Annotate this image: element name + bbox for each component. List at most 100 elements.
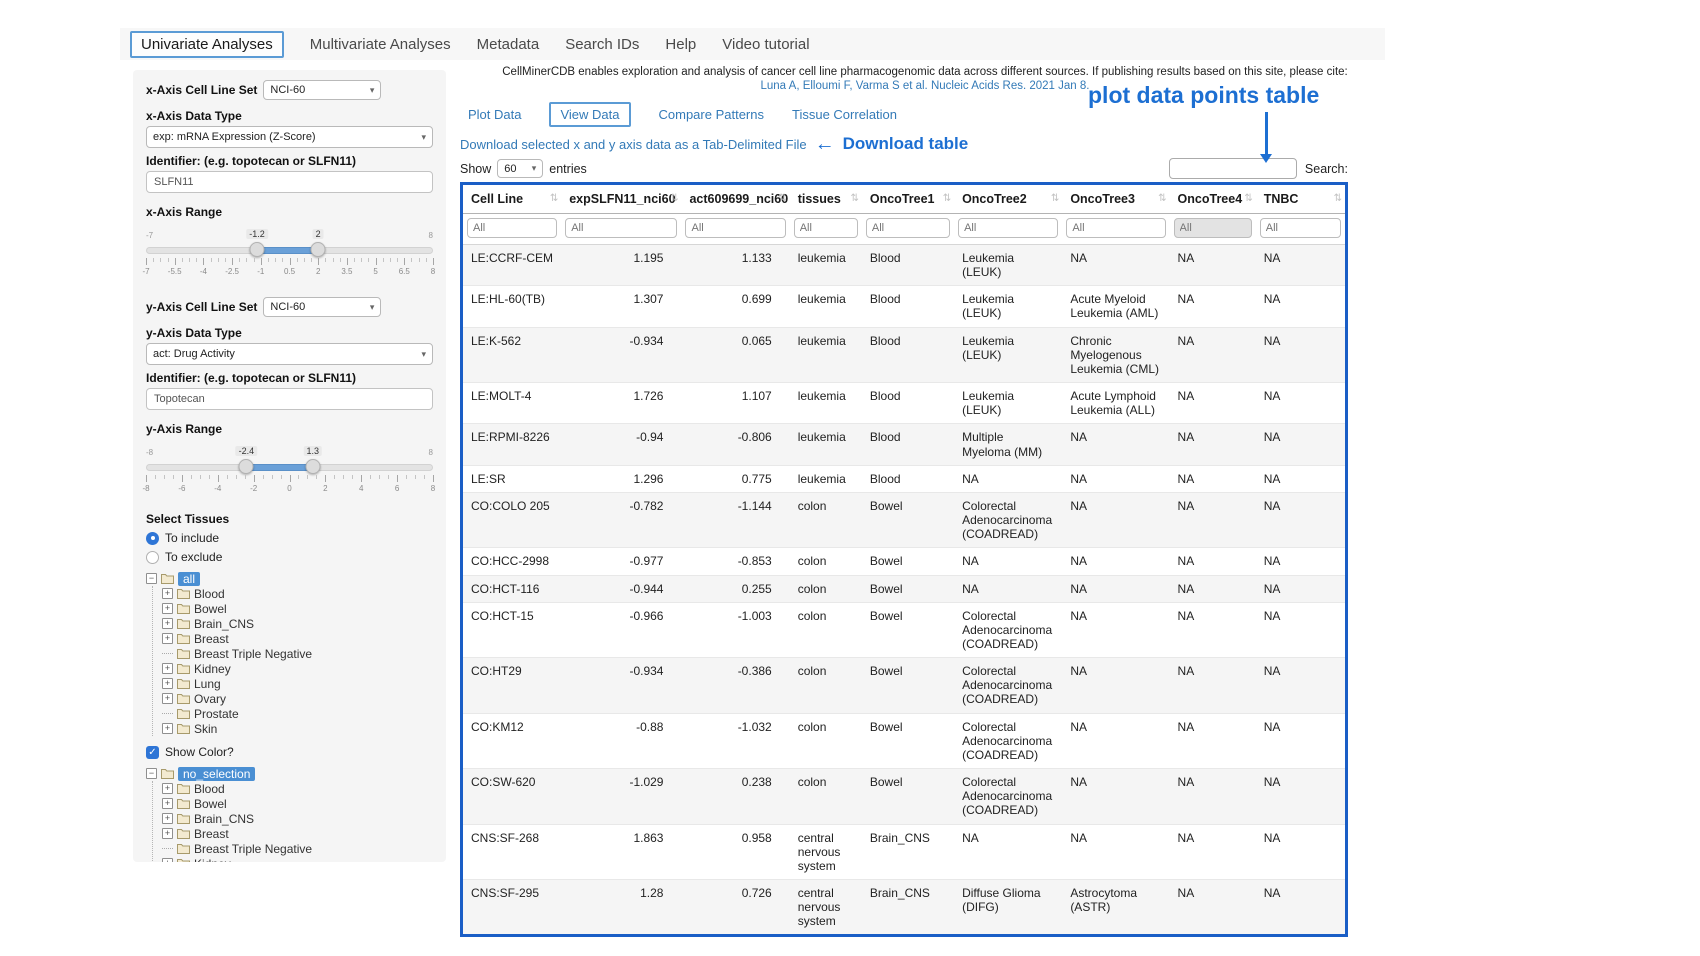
tab-tissue-correlation[interactable]: Tissue Correlation [792, 104, 897, 125]
filter-oncotree1[interactable] [866, 218, 950, 238]
filter-oncotree2[interactable] [958, 218, 1058, 238]
tab-plot-data[interactable]: Plot Data [468, 104, 521, 125]
filter-act609699-nci60[interactable] [685, 218, 785, 238]
y-identifier-input[interactable] [146, 388, 433, 410]
checkbox-checked-icon[interactable]: ✓ [146, 746, 159, 759]
filter-cell-line[interactable] [467, 218, 557, 238]
column-header-act609699-nci60[interactable]: act609699_nci60⇅ [681, 185, 789, 214]
tree-item-brain-cns[interactable]: +Brain_CNS [162, 616, 433, 631]
sort-icon[interactable]: ⇅ [1244, 193, 1252, 204]
column-header-expslfn11-nci60[interactable]: expSLFN11_nci60⇅ [561, 185, 681, 214]
tree-item-brain-cns[interactable]: +Brain_CNS [162, 811, 433, 826]
x-range-slider[interactable]: -78-1.22-7-5.5-4-2.5-10.523.556.58 [146, 231, 433, 281]
expand-icon[interactable]: + [162, 678, 173, 689]
tab-compare-patterns[interactable]: Compare Patterns [659, 104, 765, 125]
tree-item-breast[interactable]: +Breast [162, 631, 433, 646]
column-header-oncotree4[interactable]: OncoTree4⇅ [1170, 185, 1256, 214]
tree-item-prostate[interactable]: Prostate [162, 706, 433, 721]
tree-item-breast-triple-negative[interactable]: Breast Triple Negative [162, 841, 433, 856]
tree-item-bowel[interactable]: +Bowel [162, 601, 433, 616]
entries-select[interactable]: 60 ▾ [497, 159, 543, 178]
x-cell-line-set-select[interactable]: NCI-60 ▾ [263, 80, 381, 100]
tree-item-skin[interactable]: +Skin [162, 721, 433, 736]
sort-icon[interactable]: ⇅ [943, 193, 951, 204]
filter-oncotree3[interactable] [1066, 218, 1165, 238]
nav-tab-search-ids[interactable]: Search IDs [565, 36, 639, 53]
slider-handle-from[interactable] [239, 459, 254, 474]
tree-item-kidney[interactable]: +Kidney [162, 856, 433, 862]
x-data-type-select[interactable]: exp: mRNA Expression (Z-Score) ▾ [146, 126, 433, 148]
column-header-tissues[interactable]: tissues⇅ [790, 185, 862, 214]
expand-icon[interactable]: + [162, 603, 173, 614]
radio-checked-icon[interactable] [146, 532, 159, 545]
x-identifier-input[interactable] [146, 171, 433, 193]
radio-unchecked-icon[interactable] [146, 551, 159, 564]
column-header-oncotree2[interactable]: OncoTree2⇅ [954, 185, 1062, 214]
radio-to-include[interactable]: To include [146, 531, 433, 545]
y-cell-line-set-select[interactable]: NCI-60 ▾ [263, 297, 381, 317]
nav-tab-video-tutorial[interactable]: Video tutorial [722, 36, 809, 53]
sort-icon[interactable]: ⇅ [1334, 193, 1342, 204]
tree-item-breast[interactable]: +Breast [162, 826, 433, 841]
slider-selected-range[interactable] [246, 464, 312, 471]
nav-tab-multivariate-analyses[interactable]: Multivariate Analyses [310, 36, 451, 53]
download-link[interactable]: Download selected x and y axis data as a… [460, 137, 807, 152]
filter-tissues[interactable] [794, 218, 858, 238]
expand-icon[interactable]: + [162, 693, 173, 704]
tree-item-blood[interactable]: +Blood [162, 781, 433, 796]
slider-handle-to[interactable] [305, 459, 320, 474]
expand-icon[interactable]: + [162, 633, 173, 644]
tree-item-label: Kidney [194, 662, 231, 676]
column-header-oncotree1[interactable]: OncoTree1⇅ [862, 185, 954, 214]
sort-icon[interactable]: ⇅ [778, 193, 786, 204]
cell-oncotree4: NA [1170, 602, 1256, 657]
y-range-slider[interactable]: -88-2.41.3-8-6-4-202468 [146, 448, 433, 498]
expand-icon[interactable]: + [162, 828, 173, 839]
slider-handle-from[interactable] [250, 242, 265, 257]
nav-tab-help[interactable]: Help [665, 36, 696, 53]
expand-icon[interactable]: + [162, 588, 173, 599]
column-header-tnbc[interactable]: TNBC⇅ [1256, 185, 1345, 214]
column-header-cell-line[interactable]: Cell Line⇅ [463, 185, 561, 214]
search-input[interactable] [1169, 158, 1297, 179]
tree-root-all[interactable]: −all [146, 571, 433, 586]
expand-icon[interactable]: + [162, 783, 173, 794]
table-row: LE:K-562-0.9340.065leukemiaBloodLeukemia… [463, 327, 1345, 382]
collapse-icon[interactable]: − [146, 573, 157, 584]
filter-cell [954, 214, 1062, 245]
tree-root-no-selection[interactable]: −no_selection [146, 766, 433, 781]
y-data-type-select[interactable]: act: Drug Activity ▾ [146, 343, 433, 365]
sort-icon[interactable]: ⇅ [850, 193, 858, 204]
expand-icon[interactable]: + [162, 663, 173, 674]
cell-expslfn11-nci60: -1.029 [561, 769, 681, 824]
tab-view-data[interactable]: View Data [549, 102, 630, 127]
sort-icon[interactable]: ⇅ [1051, 193, 1059, 204]
column-header-oncotree3[interactable]: OncoTree3⇅ [1062, 185, 1169, 214]
tree-item-breast-triple-negative[interactable]: Breast Triple Negative [162, 646, 433, 661]
filter-oncotree4[interactable] [1174, 218, 1252, 238]
tree-item-bowel[interactable]: +Bowel [162, 796, 433, 811]
expand-icon[interactable]: + [162, 813, 173, 824]
tree-item-blood[interactable]: +Blood [162, 586, 433, 601]
show-color-row[interactable]: ✓ Show Color? [146, 745, 433, 759]
expand-icon[interactable]: + [162, 723, 173, 734]
cell-cell-line: CO:KM12 [463, 713, 561, 768]
filter-tnbc[interactable] [1260, 218, 1341, 238]
expand-icon[interactable]: + [162, 798, 173, 809]
expand-icon[interactable]: + [162, 858, 173, 862]
nav-tab-metadata[interactable]: Metadata [477, 36, 540, 53]
filter-expslfn11-nci60[interactable] [565, 218, 677, 238]
tree-item-kidney[interactable]: + Kidney [162, 661, 433, 676]
sort-icon[interactable]: ⇅ [550, 193, 558, 204]
filter-cell [862, 214, 954, 245]
slider-selected-range[interactable] [257, 247, 318, 254]
nav-tab-univariate-analyses[interactable]: Univariate Analyses [130, 31, 284, 58]
sort-icon[interactable]: ⇅ [670, 193, 678, 204]
collapse-icon[interactable]: − [146, 768, 157, 779]
radio-to-exclude[interactable]: To exclude [146, 550, 433, 564]
sort-icon[interactable]: ⇅ [1158, 193, 1166, 204]
slider-handle-to[interactable] [311, 242, 326, 257]
expand-icon[interactable]: + [162, 618, 173, 629]
tree-item-lung[interactable]: +Lung [162, 676, 433, 691]
tree-item-ovary[interactable]: +Ovary [162, 691, 433, 706]
